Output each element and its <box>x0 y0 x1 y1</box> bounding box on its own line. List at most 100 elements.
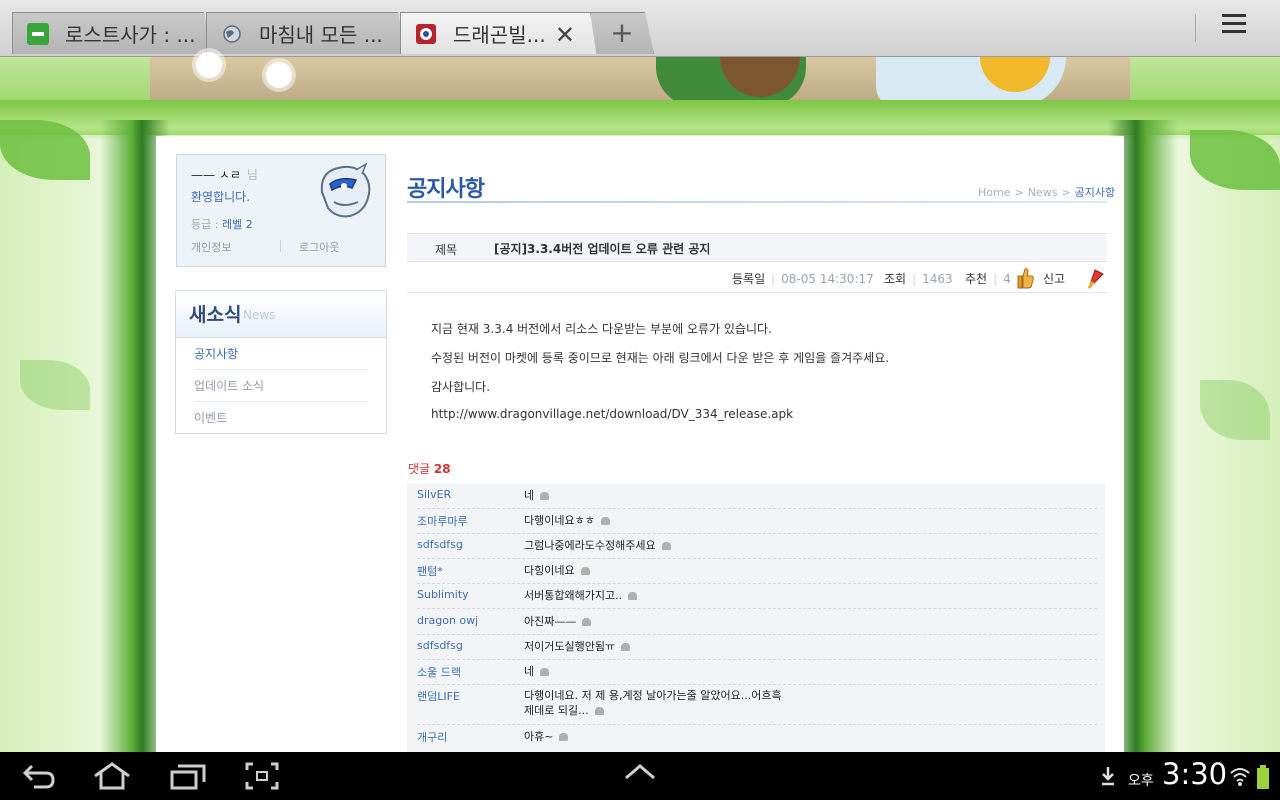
comment-author[interactable]: SilvER <box>417 488 451 501</box>
comment-body: 저이거도실행안됨ㅠ <box>524 640 616 653</box>
reply-label: 댓글 <box>408 462 431 476</box>
comment-text: 저이거도실행안됨ㅠ <box>524 639 631 654</box>
tab-title: 마침내 모든 ... <box>259 23 383 47</box>
comment-divider <box>417 558 1097 559</box>
comment-text: 네 <box>524 664 550 679</box>
sidebar-item-notice[interactable]: 공지사항 <box>194 345 238 362</box>
comment-author[interactable]: 조마루마루 <box>417 513 468 529</box>
profile-link[interactable]: 개인정보 <box>191 239 231 255</box>
comment-author[interactable]: 개구리 <box>417 729 447 745</box>
tab-machimnae[interactable]: 마침내 모든 ... <box>206 12 406 54</box>
comment-divider <box>417 684 1097 685</box>
battery-favicon-icon <box>27 22 49 45</box>
comment-author[interactable]: 팬텀* <box>417 563 443 579</box>
tab-lostsaga[interactable]: 로스트사가 : ... <box>12 12 212 54</box>
close-tab-icon[interactable]: ✕ <box>555 21 575 49</box>
download-icon[interactable] <box>1100 766 1116 786</box>
report-button[interactable]: 신고 <box>1043 270 1065 287</box>
ampm-indicator: 오후 <box>1128 773 1154 789</box>
ghost-icon <box>580 567 590 575</box>
grade-label: 등급 : <box>191 218 219 231</box>
comment-body: 서버통합왜해가지고.. <box>524 589 623 602</box>
status-clock[interactable]: 3:30 <box>1162 757 1227 791</box>
comment-text: 그럼나중에라도수정해주세요 <box>524 538 671 553</box>
wifi-icon[interactable] <box>1229 764 1251 788</box>
menu-divider <box>194 401 368 402</box>
post-body-line: 지금 현재 3.3.4 버전에서 리소스 다운받는 부분에 오류가 있습니다. <box>431 322 772 336</box>
views-label: 조회 <box>884 272 907 286</box>
download-link[interactable]: http://www.dragonvillage.net/download/DV… <box>431 407 793 421</box>
welcome-text: 환영합니다. <box>191 190 251 204</box>
chevron-up-icon[interactable] <box>624 762 656 782</box>
ghost-icon <box>582 618 592 626</box>
link-divider <box>280 240 281 252</box>
comment-body: 다행이네요. 저 제 용,계정 날아가는줄 알았어요...어흐흑 <box>524 689 782 702</box>
comment-divider <box>417 724 1097 725</box>
tab-dragonvillage[interactable]: 드래곤빌... ✕ <box>400 12 600 54</box>
breadcrumb-current: 공지사항 <box>1074 186 1116 199</box>
comment-author[interactable]: 랜덤LIFE <box>417 688 460 704</box>
comment-divider <box>417 533 1097 534</box>
comment-text: 네 <box>524 488 550 503</box>
comment-author[interactable]: Sublimity <box>417 588 469 601</box>
leaf-border <box>0 100 1280 140</box>
post-subject: [공지]3.3.4버전 업데이트 오류 관련 공지 <box>494 242 711 256</box>
browser-menu-icon[interactable] <box>1222 14 1252 42</box>
comment-author[interactable]: 소울 드랙 <box>417 664 461 680</box>
comment-body: 다힝이네요 <box>524 564 575 577</box>
comment-text: 다힝이네요 <box>524 563 590 578</box>
sidebar-item-update-news[interactable]: 업데이트 소식 <box>194 377 264 394</box>
tab-title: 로스트사가 : ... <box>65 23 196 47</box>
comment-author[interactable]: sdfsdfsg <box>417 639 463 652</box>
breadcrumb-news[interactable]: News <box>1028 186 1058 199</box>
user-name-text: —— ㅅㄹ <box>191 168 241 182</box>
comment-body: 그럼나중에라도수정해주세요 <box>524 539 656 552</box>
comment-author[interactable]: sdfsdfsg <box>417 538 463 551</box>
ghost-icon <box>621 643 631 651</box>
thumbs-up-icon[interactable] <box>1017 267 1035 289</box>
tab-title: 드래곤빌... <box>453 23 546 47</box>
flower-icon <box>196 52 222 78</box>
ghost-icon <box>540 492 550 500</box>
post-meta-date: 등록일 | 08-05 14:30:17 <box>732 272 874 286</box>
comment-body-line2: 제데로 되길... <box>524 704 589 717</box>
report-flag-icon[interactable] <box>1086 268 1104 290</box>
ghost-icon <box>559 733 569 741</box>
date-label: 등록일 <box>732 272 766 286</box>
comment-body: 네 <box>524 665 535 678</box>
home-icon[interactable] <box>92 762 132 790</box>
comment-divider <box>417 583 1097 584</box>
news-menu-subtitle: News <box>243 308 276 322</box>
ghost-icon <box>594 707 604 715</box>
sidebar-item-event[interactable]: 이벤트 <box>194 409 227 426</box>
battery-icon[interactable] <box>1256 764 1270 790</box>
dragon-avatar <box>320 162 371 218</box>
breadcrumb: Home > News > 공지사항 <box>978 186 1116 199</box>
page-title: 공지사항 <box>407 177 485 202</box>
reply-count: 댓글 28 <box>408 460 451 477</box>
globe-favicon-icon <box>221 23 243 45</box>
news-menu-title: 새소식 <box>189 304 242 326</box>
meta-divider <box>407 292 1107 293</box>
flower-icon <box>266 62 292 88</box>
dragon-favicon-icon <box>415 23 437 45</box>
comment-author[interactable]: dragon owj <box>417 614 478 627</box>
recent-apps-icon[interactable] <box>170 762 206 790</box>
reply-count-value: 28 <box>433 462 451 476</box>
new-tab-button[interactable]: + <box>590 12 654 54</box>
back-icon[interactable] <box>22 762 56 790</box>
comment-text: 다행이네요ㅎㅎ <box>524 513 610 528</box>
views-value: 1463 <box>922 272 953 286</box>
recommend-label: 추천 <box>965 272 988 286</box>
comment-text: 다행이네요. 저 제 용,계정 날아가는줄 알았어요...어흐흑제데로 되길..… <box>524 688 782 718</box>
screenshot-icon[interactable] <box>245 762 279 790</box>
ghost-icon <box>628 592 638 600</box>
grade-value: 레벨 2 <box>221 218 253 231</box>
breadcrumb-home[interactable]: Home <box>978 186 1010 199</box>
user-name: —— ㅅㄹ 님 <box>191 166 258 183</box>
title-underline <box>407 201 1107 203</box>
subject-label: 제목 <box>435 243 458 257</box>
post-meta-recommend: 추천 | 4 <box>965 272 1011 286</box>
comment-divider <box>417 508 1097 509</box>
logout-link[interactable]: 로그아웃 <box>299 239 339 255</box>
